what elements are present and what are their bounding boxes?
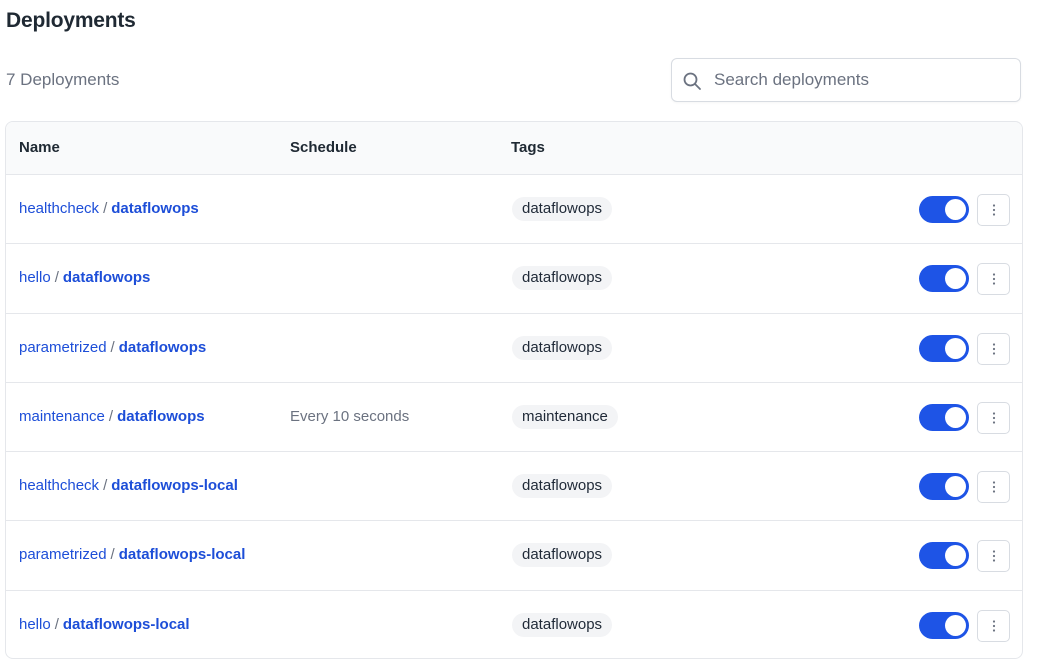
toggle-knob <box>945 614 966 636</box>
table-row: maintenance / dataflowops Every 10 seconds m… <box>6 383 1022 453</box>
tag-badge: dataflowops <box>512 266 613 291</box>
active-toggle[interactable] <box>919 542 969 570</box>
row-menu-button[interactable] <box>977 401 1010 434</box>
schedule-cell: Every 10 seconds <box>290 407 410 425</box>
column-header-tags[interactable]: Tags <box>511 139 545 156</box>
deployment-name-cell: parametrized / dataflowops <box>19 339 206 356</box>
table-row: hello / dataflowops-local dataflowops <box>6 591 1022 658</box>
deployment-name-cell: healthcheck / dataflowops <box>19 200 199 217</box>
row-menu-button[interactable] <box>977 263 1010 296</box>
deployment-link[interactable]: dataflowops-local <box>111 477 238 494</box>
name-separator: / <box>54 615 59 633</box>
name-separator: / <box>108 407 114 425</box>
table-row: healthcheck / dataflowops dataflowops <box>6 175 1022 245</box>
flow-link[interactable]: healthcheck <box>19 477 99 494</box>
flow-link[interactable]: parametrized <box>19 339 107 356</box>
name-separator: / <box>110 546 115 564</box>
tag-badge: dataflowops <box>512 197 613 221</box>
active-toggle[interactable] <box>919 611 969 639</box>
tag-badge: dataflowops <box>512 543 613 568</box>
toggle-knob <box>945 268 966 290</box>
active-toggle[interactable] <box>919 196 969 223</box>
deployment-link[interactable]: dataflowops-local <box>119 546 246 563</box>
kebab-menu-icon <box>992 481 995 493</box>
tag-badge: dataflowops <box>512 612 613 637</box>
row-menu-button[interactable] <box>977 194 1010 226</box>
flow-link[interactable]: hello <box>19 269 51 286</box>
column-header-name[interactable]: Name <box>19 139 60 156</box>
toggle-knob <box>945 545 966 567</box>
tag-badge: dataflowops <box>512 474 613 499</box>
search-box[interactable] <box>671 58 1021 102</box>
name-separator: / <box>110 338 115 356</box>
active-toggle[interactable] <box>919 334 969 362</box>
toggle-knob <box>945 199 966 220</box>
row-menu-button[interactable] <box>977 540 1010 573</box>
tag-badge: dataflowops <box>512 335 613 360</box>
deployment-count: 7 Deployments <box>6 70 120 89</box>
table-body: healthcheck / dataflowops dataflowops hello /… <box>6 175 1022 658</box>
column-header-schedule[interactable]: Schedule <box>290 139 357 156</box>
search-icon <box>683 72 701 90</box>
kebab-menu-icon <box>992 412 995 424</box>
flow-link[interactable]: healthcheck <box>19 200 99 217</box>
kebab-menu-icon <box>992 342 995 355</box>
table-row: healthcheck / dataflowops-local dataflowops <box>6 452 1022 522</box>
deployment-link[interactable]: dataflowops <box>117 408 205 425</box>
active-toggle[interactable] <box>919 473 969 501</box>
kebab-menu-icon <box>992 204 995 216</box>
deployment-name-cell: hello / dataflowops <box>19 269 150 286</box>
search-input[interactable] <box>714 67 1009 93</box>
active-toggle[interactable] <box>919 265 969 293</box>
row-menu-button[interactable] <box>977 471 1010 504</box>
name-separator: / <box>103 200 108 217</box>
deployment-name-cell: hello / dataflowops-local <box>19 616 190 633</box>
table-row: parametrized / dataflowops dataflowops <box>6 314 1022 383</box>
name-separator: / <box>54 269 59 287</box>
deployment-link[interactable]: dataflowops <box>119 339 207 356</box>
flow-link[interactable]: hello <box>19 616 51 633</box>
name-separator: / <box>103 477 108 495</box>
table-row: hello / dataflowops dataflowops <box>6 244 1022 314</box>
deployment-name-cell: parametrized / dataflowops-local <box>19 546 245 563</box>
active-toggle[interactable] <box>919 403 969 431</box>
deployments-table: Name Schedule Tags healthcheck / dataflowo… <box>5 121 1023 659</box>
row-menu-button[interactable] <box>977 332 1010 365</box>
deployment-link[interactable]: dataflowops-local <box>63 616 190 633</box>
deployment-name-cell: healthcheck / dataflowops-local <box>19 477 238 494</box>
table-row: parametrized / dataflowops-local dataflowop… <box>6 521 1022 591</box>
tag-badge: maintenance <box>512 404 618 429</box>
kebab-menu-icon <box>992 550 995 563</box>
deployment-link[interactable]: dataflowops <box>111 200 199 217</box>
toggle-knob <box>945 337 966 359</box>
row-menu-button[interactable] <box>977 609 1010 642</box>
flow-link[interactable]: maintenance <box>19 408 105 425</box>
toggle-knob <box>945 406 966 428</box>
page-title: Deployments <box>6 9 136 32</box>
flow-link[interactable]: parametrized <box>19 546 107 563</box>
deployment-link[interactable]: dataflowops <box>63 269 151 286</box>
table-header: Name Schedule Tags <box>6 122 1022 175</box>
kebab-menu-icon <box>992 273 995 285</box>
toggle-knob <box>945 476 966 498</box>
kebab-menu-icon <box>992 620 995 632</box>
deployment-name-cell: maintenance / dataflowops <box>19 408 205 425</box>
